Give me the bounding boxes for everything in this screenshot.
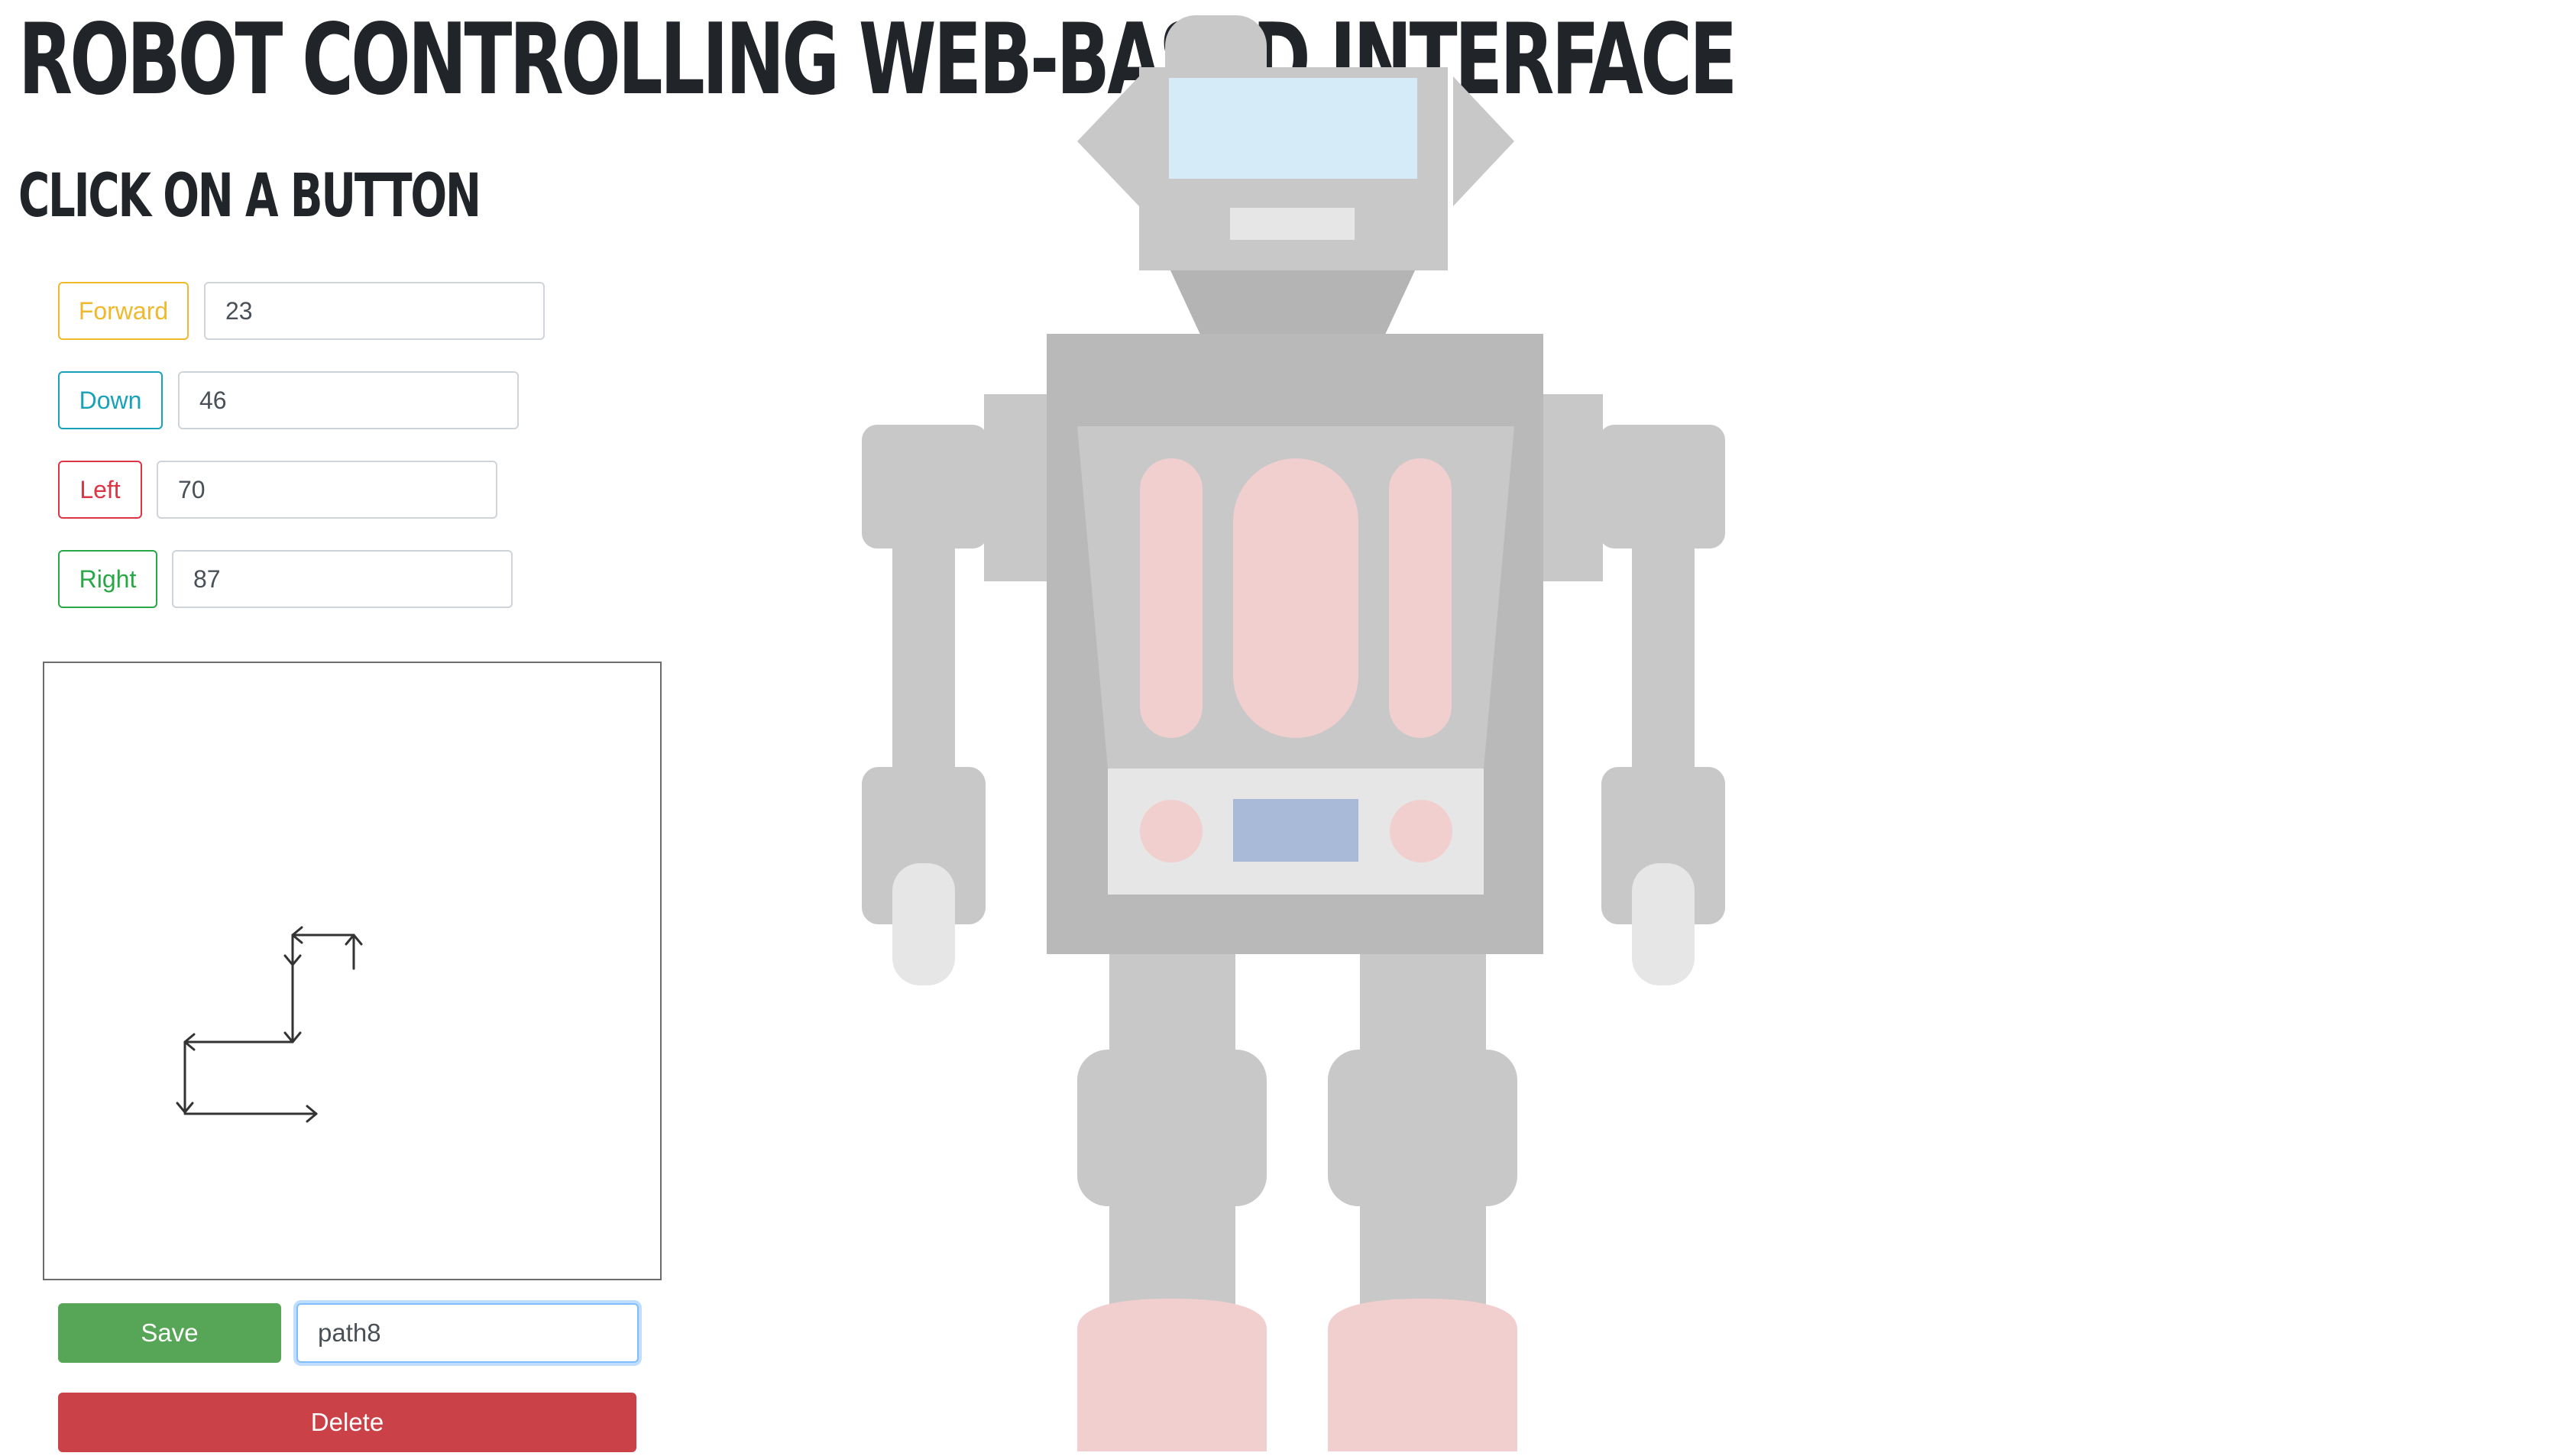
- left-button[interactable]: Left: [58, 461, 142, 519]
- robot-tube-right: [1389, 458, 1452, 738]
- delete-button[interactable]: Delete: [58, 1393, 636, 1452]
- path-arrow-down: [176, 1040, 194, 1114]
- robot-tube-center: [1233, 458, 1358, 738]
- page-subtitle: Click on a button: [18, 162, 481, 231]
- robot-finger-left: [892, 863, 955, 985]
- robot-mouth: [1230, 208, 1355, 240]
- path-canvas: [43, 662, 662, 1280]
- forward-button[interactable]: Forward: [58, 282, 189, 340]
- robot-panel-light-right: [1390, 800, 1452, 862]
- robot-neck: [1170, 270, 1415, 336]
- robot-upper-arm-right: [1599, 425, 1725, 548]
- path-arrow-right: [183, 1105, 318, 1123]
- save-button[interactable]: Save: [58, 1303, 281, 1363]
- robot-shin-left: [1109, 1203, 1235, 1310]
- robot-knee-left: [1077, 1050, 1267, 1206]
- robot-foot-left: [1077, 1299, 1267, 1451]
- forward-input[interactable]: [204, 282, 545, 340]
- robot-ear-right: [1453, 76, 1514, 206]
- right-button[interactable]: Right: [58, 550, 157, 608]
- page: Robot Controlling Web-Based Interface Cl…: [0, 0, 2564, 1456]
- robot-illustration: [862, 15, 1725, 1451]
- robot-panel-display: [1233, 799, 1358, 862]
- down-button[interactable]: Down: [58, 371, 163, 429]
- path-name-input[interactable]: [296, 1303, 639, 1363]
- robot-ear-left: [1077, 76, 1139, 206]
- robot-upper-arm-left: [862, 425, 988, 548]
- robot-forearm-left: [892, 548, 955, 770]
- robot-shin-right: [1360, 1203, 1486, 1310]
- path-arrow-left: [183, 1033, 294, 1051]
- robot-finger-right: [1632, 863, 1695, 985]
- path-arrow-left: [291, 926, 355, 944]
- path-arrow-down: [283, 963, 302, 1043]
- right-input[interactable]: [172, 550, 513, 608]
- left-input[interactable]: [157, 461, 497, 519]
- robot-shoulder-left: [984, 394, 1047, 581]
- robot-shoulder-right: [1540, 394, 1603, 581]
- path-drawing: [176, 926, 363, 1123]
- robot-thigh-left: [1109, 954, 1235, 1053]
- down-input[interactable]: [178, 371, 519, 429]
- robot-panel-light-left: [1140, 800, 1203, 862]
- robot-forearm-right: [1632, 548, 1695, 770]
- robot-foot-right: [1328, 1299, 1517, 1451]
- path-arrow-up: [345, 933, 363, 970]
- robot-tube-left: [1140, 458, 1203, 738]
- robot-screen: [1169, 78, 1417, 179]
- robot-thigh-right: [1360, 954, 1486, 1053]
- robot-knee-right: [1328, 1050, 1517, 1206]
